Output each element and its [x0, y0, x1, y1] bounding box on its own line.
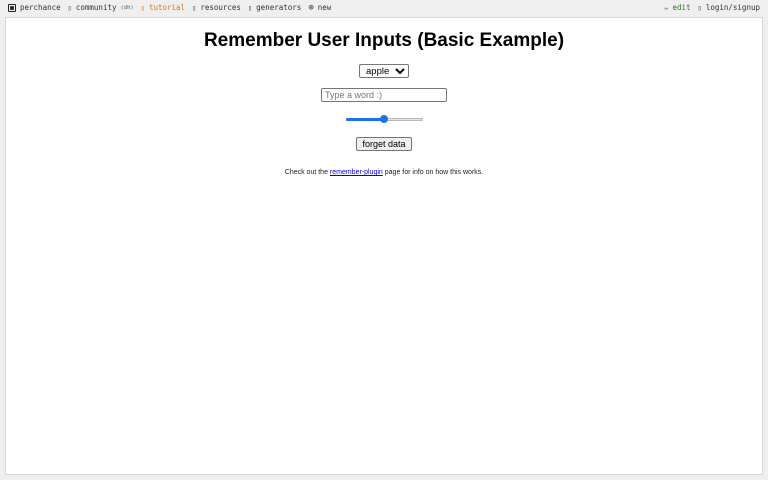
nav-right-group: ✏ edit ▯ login/signup	[664, 0, 760, 16]
nav-perchance[interactable]: perchance	[8, 0, 61, 16]
slider-fill	[345, 117, 384, 121]
value-slider[interactable]	[345, 114, 423, 124]
nav-perchance-label: perchance	[20, 3, 61, 12]
generator-frame: Remember User Inputs (Basic Example) app…	[5, 17, 763, 475]
remember-plugin-link[interactable]: remember-plugin	[330, 169, 383, 176]
nav-edit[interactable]: ✏ edit	[664, 0, 690, 16]
top-navigation-bar: perchance ▯ community (dh) ▯ tutorial ▯ …	[0, 0, 768, 16]
nav-login-label: login/signup	[705, 3, 760, 12]
nav-community-sub: (dh)	[120, 5, 134, 11]
nav-login[interactable]: ▯ login/signup	[698, 0, 760, 16]
folder-icon: ▯	[192, 4, 197, 12]
list-icon: ▯	[247, 4, 253, 12]
fruit-select[interactable]: apple	[359, 64, 409, 78]
dice-icon	[8, 4, 16, 12]
nav-resources-label: resources	[200, 3, 241, 12]
nav-resources[interactable]: ▯ resources	[192, 0, 241, 16]
generator-content: Remember User Inputs (Basic Example) app…	[6, 18, 762, 176]
nav-generators-label: generators	[256, 3, 302, 12]
chat-icon: ▯	[67, 4, 72, 12]
info-prefix: Check out the	[284, 169, 330, 176]
nav-community[interactable]: ▯ community (dh)	[68, 0, 134, 16]
book-icon: ▯	[140, 4, 145, 12]
nav-left-group: perchance ▯ community (dh) ▯ tutorial ▯ …	[8, 0, 331, 16]
slider-thumb[interactable]	[380, 115, 388, 123]
nav-tutorial[interactable]: ▯ tutorial	[141, 0, 185, 16]
nav-generators[interactable]: ▯ generators	[248, 0, 301, 16]
page-title: Remember User Inputs (Basic Example)	[203, 30, 565, 51]
nav-edit-label: edit	[672, 3, 691, 12]
word-input[interactable]	[321, 88, 447, 102]
forget-data-button[interactable]: forget data	[356, 137, 412, 151]
pencil-icon: ✏	[664, 4, 669, 12]
user-icon: ▯	[697, 4, 702, 12]
nav-new-label: new	[317, 3, 332, 12]
info-suffix: page for info on how this works.	[382, 169, 484, 176]
nav-new[interactable]: ⊕ new	[308, 0, 331, 16]
info-line: Check out the remember-plugin page for i…	[6, 169, 762, 176]
plus-circle-icon: ⊕	[308, 3, 314, 13]
nav-community-label: community	[75, 3, 117, 12]
nav-tutorial-label: tutorial	[148, 3, 186, 12]
